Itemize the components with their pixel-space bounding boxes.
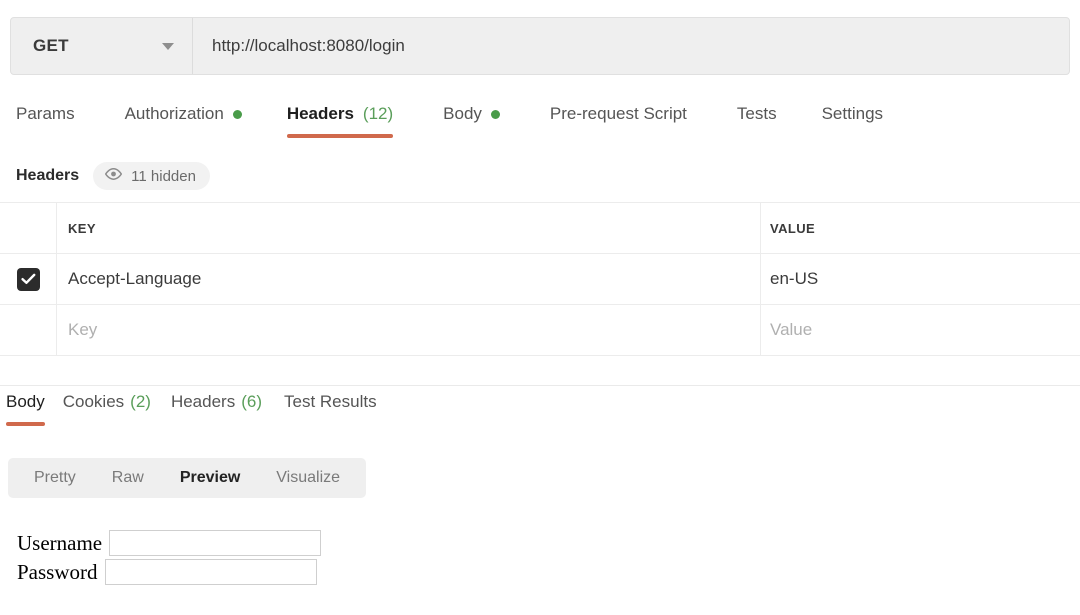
table-header-row: KEY VALUE <box>0 203 1080 254</box>
request-tab-body[interactable]: Body <box>443 104 500 138</box>
request-tab-settings[interactable]: Settings <box>822 104 883 138</box>
request-tab-authorization[interactable]: Authorization <box>125 104 242 138</box>
header-key-text: Key <box>68 320 97 340</box>
request-tab-params[interactable]: Params <box>16 104 75 138</box>
response-tab-headers[interactable]: Headers (6) <box>171 392 262 426</box>
request-tab-label: Pre-request Script <box>550 104 687 124</box>
format-button-raw[interactable]: Raw <box>94 469 162 487</box>
format-button-visualize[interactable]: Visualize <box>258 469 358 487</box>
request-url-bar: GET http://localhost:8080/login <box>10 17 1070 75</box>
header-checkbox-cell <box>0 203 57 253</box>
request-tab-headers[interactable]: Headers (12) <box>287 104 393 138</box>
password-input[interactable] <box>105 559 317 585</box>
request-tab-label: Tests <box>737 104 777 124</box>
column-header-key: KEY <box>57 203 761 253</box>
response-tab-count: (2) <box>130 392 151 412</box>
http-method-label: GET <box>33 36 69 56</box>
response-tab-label: Cookies <box>63 392 124 412</box>
status-dot-icon <box>233 110 242 119</box>
request-tab-label: Authorization <box>125 104 224 124</box>
headers-section-bar: Headers 11 hidden <box>16 162 210 190</box>
response-tab-test-results[interactable]: Test Results <box>284 392 377 426</box>
response-tab-label: Headers <box>171 392 235 412</box>
http-method-select[interactable]: GET <box>11 18 193 74</box>
username-form-line: Username <box>17 530 1080 556</box>
password-label: Password <box>17 560 98 585</box>
row-checkbox-cell <box>0 305 57 355</box>
request-tab-label: Params <box>16 104 75 124</box>
header-key-text: Accept-Language <box>68 269 201 289</box>
request-tab-count: (12) <box>363 104 393 124</box>
header-key-input[interactable]: Key <box>57 305 761 355</box>
request-tab-label: Settings <box>822 104 883 124</box>
username-label: Username <box>17 531 102 556</box>
row-checkbox-cell <box>0 254 57 304</box>
hidden-headers-toggle[interactable]: 11 hidden <box>93 162 210 190</box>
response-preview-frame: Username Password <box>0 512 1080 615</box>
header-value-text: Value <box>770 320 812 340</box>
eye-icon <box>105 167 122 185</box>
format-button-pretty[interactable]: Pretty <box>16 469 94 487</box>
response-tab-label: Test Results <box>284 392 377 412</box>
request-tab-bar: Params Authorization Headers (12) Body Pre-re… <box>0 104 1080 146</box>
table-row: Key Value <box>0 305 1080 355</box>
header-value-text: en-US <box>770 269 818 289</box>
hidden-headers-label: 11 hidden <box>131 168 196 185</box>
response-tab-bar: Body Cookies (2) Headers (6) Test Results <box>0 392 1080 432</box>
response-tab-body[interactable]: Body <box>6 392 45 426</box>
response-tab-label: Body <box>6 392 45 412</box>
pane-divider[interactable] <box>0 385 1080 386</box>
chevron-down-icon <box>162 43 174 50</box>
header-key-input[interactable]: Accept-Language <box>57 254 761 304</box>
request-tab-tests[interactable]: Tests <box>737 104 777 138</box>
table-row: Accept-Language en-US <box>0 254 1080 305</box>
url-input[interactable]: http://localhost:8080/login <box>193 18 1069 74</box>
password-form-line: Password <box>17 559 1080 585</box>
format-button-preview[interactable]: Preview <box>162 469 258 487</box>
header-value-input[interactable]: Value <box>761 305 1080 355</box>
request-tab-pre-request-script[interactable]: Pre-request Script <box>550 104 687 138</box>
response-tab-count: (6) <box>241 392 262 412</box>
row-checkbox[interactable] <box>17 268 40 291</box>
status-dot-icon <box>491 110 500 119</box>
active-tab-underline <box>287 134 393 138</box>
headers-section-title: Headers <box>16 167 79 185</box>
request-tab-label: Headers <box>287 104 354 124</box>
active-tab-underline <box>6 422 45 426</box>
header-value-input[interactable]: en-US <box>761 254 1080 304</box>
response-tab-cookies[interactable]: Cookies (2) <box>63 392 151 426</box>
response-format-toggle: PrettyRawPreviewVisualize <box>8 458 366 498</box>
headers-table: KEY VALUE Accept-Language en-US Key Value <box>0 202 1080 356</box>
username-input[interactable] <box>109 530 321 556</box>
request-tab-label: Body <box>443 104 482 124</box>
rendered-login-form: Username Password <box>0 512 1080 585</box>
column-header-value: VALUE <box>761 203 1080 253</box>
